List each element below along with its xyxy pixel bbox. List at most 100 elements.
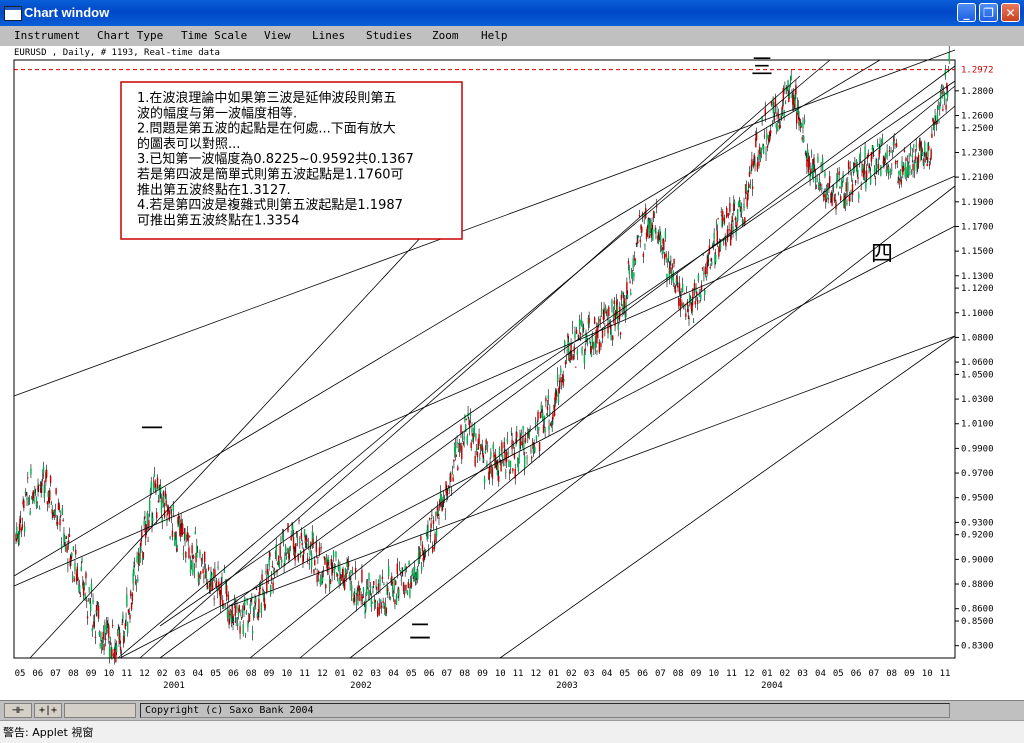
candle-body — [316, 574, 318, 583]
candle-body — [319, 578, 321, 585]
menu-instrument[interactable]: Instrument — [14, 29, 80, 42]
candle-body — [205, 572, 207, 578]
candle-body — [773, 118, 776, 121]
candle-body — [540, 405, 542, 410]
candle-body — [235, 617, 237, 621]
close-button[interactable]: ✕ — [1001, 3, 1020, 22]
maximize-button[interactable]: ❐ — [979, 3, 998, 22]
candle-body — [108, 646, 111, 658]
candle-body — [908, 154, 910, 157]
candle-body — [92, 599, 94, 603]
x-month-label: 02 — [566, 669, 577, 679]
candle-body — [611, 300, 613, 307]
x-month-label: 11 — [299, 669, 310, 679]
y-tick-label: 1.2300 — [961, 148, 994, 158]
x-month-label: 08 — [886, 669, 897, 679]
candle-body — [634, 260, 637, 264]
candle-body — [817, 156, 819, 162]
candle-body — [629, 281, 631, 283]
candle-body — [521, 441, 524, 446]
y-tick-label: 0.9700 — [961, 469, 994, 479]
candle-body — [282, 535, 285, 541]
candle-body — [59, 518, 61, 526]
candle-body — [315, 542, 318, 553]
chart-area[interactable]: 1.2800 1.2600 1.2500 1.2300 1.2100 1.1900 1.17… — [0, 46, 1024, 700]
candle-body — [301, 543, 303, 546]
menu-chart-type[interactable]: Chart Type — [97, 29, 163, 42]
candle-body — [116, 633, 119, 635]
annotation-line: 1.在波浪理論中如果第三波是延伸波段則第五 — [137, 90, 396, 106]
candle-body — [398, 589, 400, 596]
candle-body — [234, 606, 237, 616]
price-chart[interactable]: 1.2800 1.2600 1.2500 1.2300 1.2100 1.1900 1.17… — [0, 46, 1024, 700]
candle-body — [669, 266, 671, 274]
candle-body — [409, 588, 411, 598]
candle-body — [704, 267, 707, 275]
candle-body — [148, 500, 151, 512]
candle-body — [762, 145, 765, 154]
candle-body — [633, 272, 635, 277]
candle-body — [395, 595, 398, 605]
candle-body — [308, 563, 310, 565]
candle-body — [285, 555, 288, 559]
x-month-label: 03 — [584, 669, 595, 679]
candle-body — [30, 468, 32, 475]
candle-body — [456, 441, 458, 444]
candle-body — [705, 276, 707, 278]
crosshair-button[interactable]: +|+ — [34, 703, 62, 718]
candle-body — [289, 545, 292, 548]
candle-body — [681, 302, 683, 307]
candle-body — [378, 603, 380, 615]
candle-body — [81, 558, 83, 561]
candle-body — [431, 514, 433, 516]
y-tick-label: 1.1500 — [961, 247, 994, 257]
candle-body — [509, 460, 512, 468]
menu-zoom[interactable]: Zoom — [432, 29, 459, 42]
candle-body — [317, 556, 319, 558]
minimize-button[interactable]: _ — [957, 3, 976, 22]
candle-body — [907, 166, 910, 176]
candle-body — [663, 253, 666, 260]
candle-body — [728, 229, 730, 231]
candle-body — [152, 482, 155, 491]
candle-body — [324, 557, 326, 565]
pan-button[interactable]: ⊣⊢ — [4, 703, 32, 718]
candle-body — [630, 292, 632, 295]
candle-body — [676, 276, 678, 282]
candle-body — [325, 584, 327, 589]
candle-body — [72, 546, 75, 551]
candle-body — [736, 221, 738, 226]
candle-body — [377, 583, 380, 591]
candle-body — [104, 638, 107, 640]
candle-body — [120, 651, 123, 653]
candle-body — [136, 555, 138, 562]
candle-body — [784, 102, 787, 104]
menu-help[interactable]: Help — [481, 29, 508, 42]
candle-body — [905, 158, 907, 161]
candle-body — [455, 455, 457, 457]
candle-body — [160, 500, 163, 513]
candle-body — [97, 605, 100, 619]
candle-body — [840, 196, 842, 201]
x-month-label: 05 — [15, 669, 26, 679]
candle-body — [88, 588, 90, 590]
menu-studies[interactable]: Studies — [366, 29, 412, 42]
candle-body — [201, 556, 204, 558]
candle-body — [310, 553, 313, 568]
candle-body — [887, 166, 890, 173]
candle-body — [187, 534, 189, 542]
candle-body — [673, 258, 675, 265]
candle-body — [933, 124, 935, 131]
y-tick-label: 1.0800 — [961, 333, 994, 343]
x-month-label: 06 — [32, 669, 43, 679]
candle-body — [816, 178, 818, 180]
menu-lines[interactable]: Lines — [312, 29, 345, 42]
candle-body — [735, 229, 737, 236]
x-month-label: 04 — [815, 669, 826, 679]
candle-body — [914, 156, 917, 160]
candle-body — [351, 584, 353, 597]
menu-time-scale[interactable]: Time Scale — [181, 29, 247, 42]
candle-body — [601, 308, 603, 315]
menu-view[interactable]: View — [264, 29, 291, 42]
candle-body — [590, 352, 593, 357]
